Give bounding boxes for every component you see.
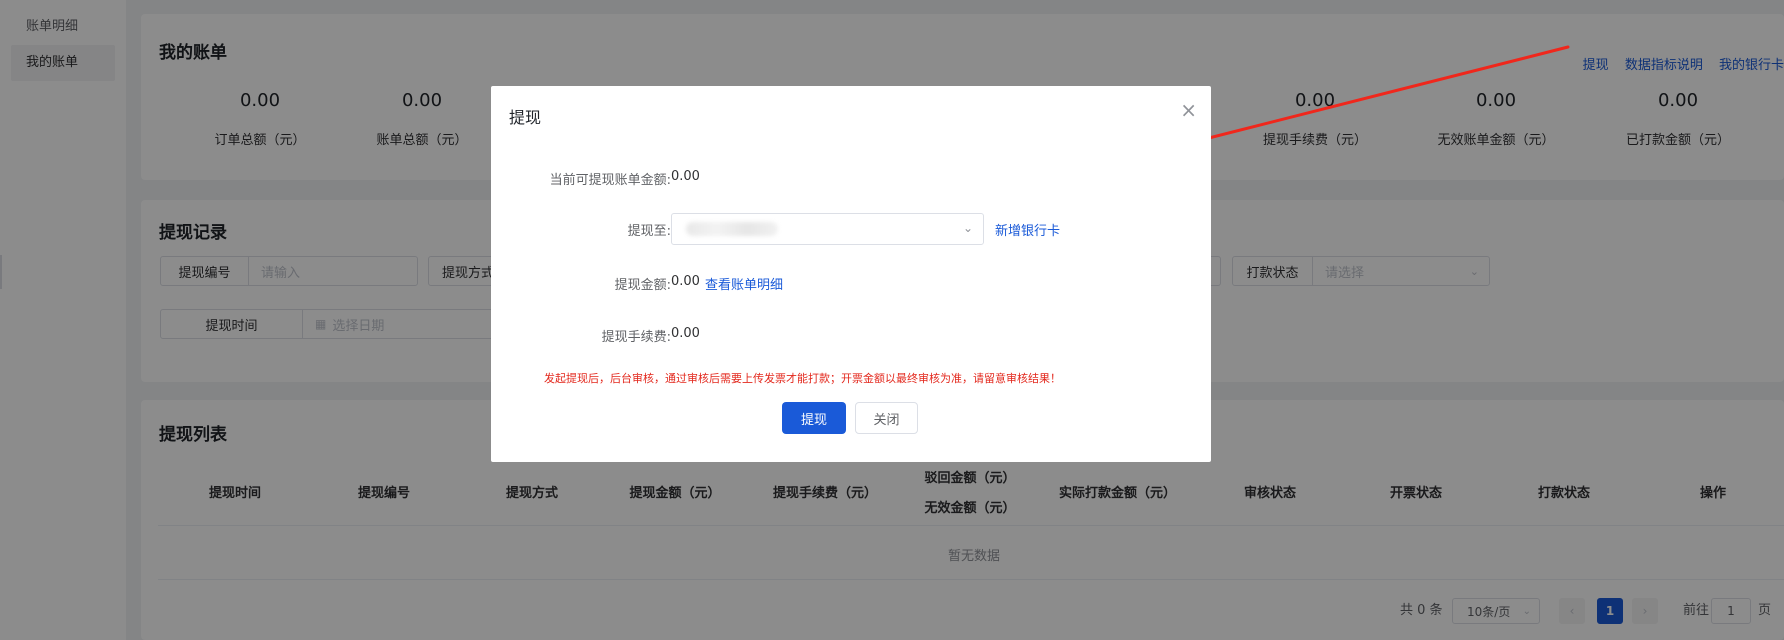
chevron-down-icon: ⌄ [962, 221, 973, 235]
available-amount-label: 当前可提现账单金额: [549, 173, 671, 188]
withdraw-dialog: 提现 × 当前可提现账单金额: 0.00 提现至: ⌄ 新增银行卡 提现金额: … [491, 86, 1211, 462]
withdraw-amount-value: 0.00 [671, 274, 700, 289]
redacted-bank-card [686, 222, 778, 236]
withdraw-fee-value: 0.00 [671, 326, 700, 341]
close-icon[interactable]: × [1180, 98, 1197, 122]
withdraw-to-label: 提现至: [627, 224, 671, 239]
withdraw-warning: 发起提现后，后台审核，通过审核后需要上传发票才能打款；开票金额以最终审核为准，请… [544, 372, 1061, 385]
withdraw-fee-label: 提现手续费: [601, 330, 671, 345]
close-dialog-button[interactable]: 关闭 [855, 402, 918, 434]
bank-card-select[interactable]: ⌄ [671, 213, 984, 245]
add-bank-card-link[interactable]: 新增银行卡 [995, 220, 1060, 239]
available-amount-value: 0.00 [671, 169, 700, 184]
withdraw-amount-label: 提现金额: [614, 278, 671, 293]
submit-withdraw-button[interactable]: 提现 [782, 402, 846, 434]
view-bill-detail-link[interactable]: 查看账单明细 [705, 274, 783, 293]
dialog-title: 提现 [509, 108, 542, 127]
